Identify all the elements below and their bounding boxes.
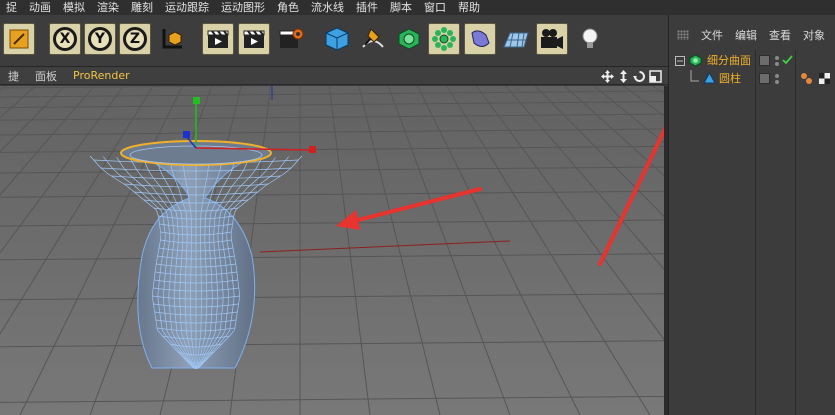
- menu-bar: 捉 动画 模拟 渲染 雕刻 运动跟踪 运动图形 角色 流水线 插件 脚本 窗口 …: [0, 0, 835, 15]
- cube-icon: [325, 27, 349, 51]
- viewport-menu-prorender[interactable]: ProRender: [65, 69, 138, 82]
- lock-y-axis-button[interactable]: Y: [84, 23, 116, 55]
- coordinate-system-button[interactable]: [156, 23, 188, 55]
- camera-icon: [541, 29, 563, 49]
- visibility-dots-icon[interactable]: [774, 55, 780, 67]
- material-tag-icon[interactable]: [806, 78, 812, 84]
- tree-branch-line-icon: [690, 70, 699, 82]
- viewport-header: 捷 面板 ProRender: [0, 67, 668, 85]
- render-settings-button[interactable]: [274, 23, 306, 55]
- array-generator-button[interactable]: [428, 23, 460, 55]
- lock-x-axis-button[interactable]: X: [49, 23, 81, 55]
- render-to-picture-viewer-button[interactable]: [238, 23, 270, 55]
- viewport-menu-panel[interactable]: 面板: [27, 68, 65, 84]
- clapper-play-icon: [243, 30, 265, 48]
- zoom-view-icon[interactable]: [617, 69, 630, 83]
- array-icon: [432, 27, 456, 51]
- menu-character[interactable]: 角色: [271, 0, 305, 15]
- model-mode-icon: [9, 29, 29, 49]
- bend-deformer-button[interactable]: [464, 23, 496, 55]
- om-menu-objects[interactable]: 对象: [797, 27, 831, 43]
- lock-z-axis-button[interactable]: Z: [119, 23, 151, 55]
- menu-animate[interactable]: 动画: [23, 0, 57, 15]
- object-tree: 细分曲面 圆柱: [669, 50, 835, 415]
- om-column-divider: [755, 50, 756, 415]
- clapper-gear-icon: [279, 28, 304, 48]
- model-mode-button[interactable]: [3, 23, 35, 55]
- move-view-icon[interactable]: [601, 69, 614, 83]
- menu-window[interactable]: 窗口: [418, 0, 452, 15]
- panel-grip-icon[interactable]: [677, 30, 689, 40]
- viewport-menu-display[interactable]: 捷: [0, 68, 27, 84]
- light-object-button[interactable]: [574, 23, 606, 55]
- om-menu-view[interactable]: 查看: [763, 27, 797, 43]
- tree-label-subdivision-surface: 细分曲面: [707, 54, 751, 67]
- x-axis-icon: X: [53, 27, 77, 51]
- om-menu-file[interactable]: 文件: [695, 27, 729, 43]
- viewport-navigation: [601, 67, 662, 85]
- visibility-dots-icon[interactable]: [774, 73, 780, 85]
- cylinder-icon: [703, 72, 716, 84]
- menu-simulate[interactable]: 模拟: [57, 0, 91, 15]
- rotate-view-icon[interactable]: [633, 70, 646, 83]
- tree-row-subdivision-surface[interactable]: 细分曲面: [669, 52, 835, 70]
- clapper-icon: [207, 30, 229, 48]
- tree-label-cylinder: 圆柱: [719, 72, 741, 85]
- subdivision-surface-button[interactable]: [393, 23, 425, 55]
- menu-sculpt[interactable]: 雕刻: [125, 0, 159, 15]
- floor-plane: [0, 86, 664, 415]
- bend-deformer-icon: [471, 30, 490, 47]
- pen-spline-icon: [362, 28, 384, 48]
- subdivision-surface-icon: [398, 28, 420, 50]
- main-toolbar: X Y Z: [0, 15, 668, 67]
- maximize-view-icon[interactable]: [649, 69, 662, 83]
- menu-render[interactable]: 渲染: [91, 0, 125, 15]
- floor-grid-icon: [503, 32, 529, 48]
- menu-plugins[interactable]: 插件: [350, 0, 384, 15]
- coordinate-system-icon: [162, 29, 182, 49]
- menu-script[interactable]: 脚本: [384, 0, 418, 15]
- render-view-button[interactable]: [202, 23, 234, 55]
- object-manager-panel: 文件 编辑 查看 对象 细分曲面 圆柱: [668, 15, 835, 415]
- floor-object-button[interactable]: [500, 23, 532, 55]
- z-axis-icon: Z: [123, 27, 147, 51]
- menu-pipeline[interactable]: 流水线: [305, 0, 350, 15]
- om-column-divider: [795, 50, 796, 415]
- menu-help[interactable]: 帮助: [452, 0, 486, 15]
- enabled-check-icon[interactable]: [782, 54, 793, 65]
- pen-tool-button[interactable]: [357, 23, 389, 55]
- menu-capture[interactable]: 捉: [0, 0, 23, 15]
- subdivision-surface-icon: [689, 54, 702, 67]
- viewport-canvas: [0, 86, 664, 415]
- light-bulb-icon: [582, 28, 598, 48]
- menu-motion-tracker[interactable]: 运动跟踪: [159, 0, 215, 15]
- tree-row-cylinder[interactable]: 圆柱: [669, 70, 835, 88]
- layer-swatch[interactable]: [759, 55, 770, 66]
- collapse-toggle-icon[interactable]: [675, 56, 685, 66]
- om-menu-edit[interactable]: 编辑: [729, 27, 763, 43]
- object-manager-menu: 文件 编辑 查看 对象: [669, 25, 835, 45]
- y-axis-icon: Y: [88, 27, 112, 51]
- layer-swatch[interactable]: [759, 73, 770, 84]
- menu-mograph[interactable]: 运动图形: [215, 0, 271, 15]
- camera-object-button[interactable]: [536, 23, 568, 55]
- phong-tag-icon[interactable]: [819, 73, 830, 84]
- perspective-viewport[interactable]: [0, 86, 664, 415]
- add-cube-button[interactable]: [321, 23, 353, 55]
